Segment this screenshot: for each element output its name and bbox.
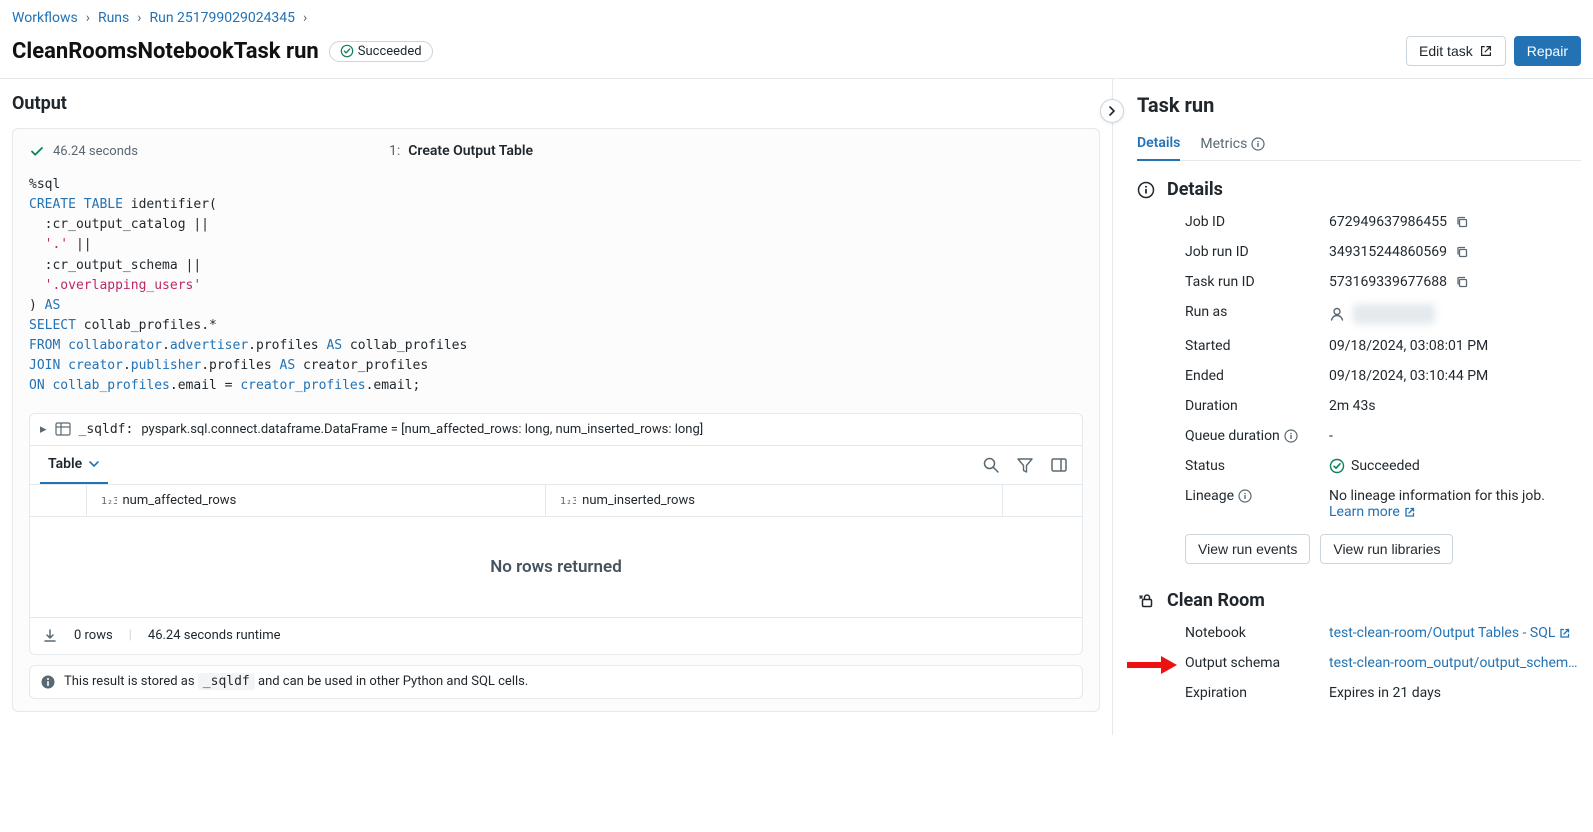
- external-link-icon: [1479, 44, 1493, 58]
- cell-title-text: Create Output Table: [408, 143, 533, 159]
- status-badge: Succeeded: [329, 41, 433, 62]
- value-ended: 09/18/2024, 03:10:44 PM: [1329, 368, 1488, 384]
- label-job-id: Job ID: [1185, 214, 1329, 230]
- value-job-id: 672949637986455: [1329, 214, 1447, 230]
- check-circle-icon: [1329, 458, 1345, 474]
- task-run-title: Task run: [1137, 93, 1581, 117]
- value-started: 09/18/2024, 03:08:01 PM: [1329, 338, 1488, 354]
- cell-duration: 46.24 seconds: [53, 144, 138, 159]
- user-icon: [1329, 306, 1345, 322]
- clean-room-section-head: Clean Room: [1137, 590, 1581, 611]
- status-badge-label: Succeeded: [358, 44, 422, 59]
- footer-runtime: 46.24 seconds runtime: [148, 628, 281, 643]
- task-run-tabs: Details Metrics: [1137, 127, 1581, 161]
- label-expiration: Expiration: [1185, 685, 1329, 701]
- copy-icon[interactable]: [1455, 275, 1469, 289]
- label-output-schema: Output schema: [1185, 655, 1329, 671]
- page-title: CleanRoomsNotebookTask run: [12, 39, 319, 64]
- table-header-inserted[interactable]: 1₂3 num_inserted_rows: [546, 485, 1003, 517]
- copy-icon[interactable]: [1455, 245, 1469, 259]
- info-icon: [40, 674, 56, 690]
- copy-icon[interactable]: [1455, 215, 1469, 229]
- value-run-as: hidden: [1353, 304, 1435, 324]
- info-icon[interactable]: [1284, 429, 1298, 443]
- label-notebook: Notebook: [1185, 625, 1329, 641]
- value-output-schema-link[interactable]: test-clean-room_output/output_schema_…: [1329, 655, 1581, 671]
- table-header-index[interactable]: [30, 485, 86, 517]
- value-task-run-id: 573169339677688: [1329, 274, 1447, 290]
- info-icon: [1251, 137, 1265, 151]
- cell-number: 1:: [389, 143, 400, 159]
- code-block: %sql CREATE TABLE identifier( :cr_output…: [29, 169, 1083, 409]
- external-link-icon: [1404, 506, 1416, 518]
- value-notebook-link[interactable]: test-clean-room/Output Tables - SQL: [1329, 625, 1571, 641]
- footer-row-count: 0 rows: [74, 628, 113, 643]
- info-suffix: and can be used in other Python and SQL …: [258, 674, 528, 689]
- clean-room-icon: [1137, 592, 1155, 610]
- breadcrumb-workflows[interactable]: Workflows: [12, 10, 78, 26]
- result-table: 1₂3 num_affected_rows 1₂3 num_inserted_r…: [30, 485, 1082, 517]
- value-lineage: No lineage information for this job.: [1329, 488, 1581, 504]
- tab-details[interactable]: Details: [1137, 127, 1180, 161]
- number-type-icon: 1₂3: [560, 493, 576, 507]
- value-expiration: Expires in 21 days: [1329, 685, 1441, 701]
- check-circle-icon: [340, 44, 354, 58]
- label-task-run-id: Task run ID: [1185, 274, 1329, 290]
- svg-text:1₂3: 1₂3: [101, 496, 117, 507]
- view-run-events-button[interactable]: View run events: [1185, 534, 1310, 564]
- chevron-right-icon: ›: [137, 10, 141, 26]
- result-varname: _sqldf:: [79, 422, 134, 437]
- number-type-icon: 1₂3: [101, 493, 117, 507]
- chevron-down-icon: [88, 458, 100, 470]
- value-status: Succeeded: [1351, 458, 1420, 474]
- breadcrumb-run-id[interactable]: Run 251799029024345: [149, 10, 295, 26]
- label-job-run-id: Job run ID: [1185, 244, 1329, 260]
- info-var: _sqldf: [198, 673, 255, 690]
- label-started: Started: [1185, 338, 1329, 354]
- dataframe-icon: [55, 422, 71, 436]
- info-prefix: This result is stored as: [64, 674, 198, 689]
- result-panel: ▸ _sqldf: pyspark.sql.connect.dataframe.…: [29, 413, 1083, 655]
- label-lineage: Lineage: [1185, 488, 1329, 504]
- details-section-head: Details: [1137, 179, 1581, 200]
- value-queue-duration: -: [1329, 428, 1333, 444]
- value-job-run-id: 349315244860569: [1329, 244, 1447, 260]
- label-duration: Duration: [1185, 398, 1329, 414]
- expand-caret-icon[interactable]: ▸: [40, 422, 47, 437]
- info-circle-icon: [1137, 181, 1155, 199]
- download-icon[interactable]: [42, 628, 58, 644]
- svg-text:1₂3: 1₂3: [560, 496, 576, 507]
- repair-button[interactable]: Repair: [1514, 36, 1581, 66]
- output-heading: Output: [12, 93, 1100, 114]
- value-duration: 2m 43s: [1329, 398, 1376, 414]
- no-rows-message: No rows returned: [30, 517, 1082, 617]
- label-ended: Ended: [1185, 368, 1329, 384]
- label-queue-duration: Queue duration: [1185, 428, 1329, 444]
- breadcrumb-runs[interactable]: Runs: [98, 10, 129, 26]
- red-arrow-annotation: [1125, 653, 1179, 677]
- chevron-right-icon: ›: [303, 10, 307, 26]
- filter-icon[interactable]: [1016, 456, 1034, 474]
- view-run-libraries-button[interactable]: View run libraries: [1320, 534, 1453, 564]
- notebook-cell: 46.24 seconds 1: Create Output Table %sq…: [12, 128, 1100, 712]
- external-link-icon: [1559, 627, 1571, 639]
- result-type: pyspark.sql.connect.dataframe.DataFrame …: [141, 422, 703, 437]
- tab-metrics[interactable]: Metrics: [1200, 127, 1265, 160]
- title-bar: CleanRoomsNotebookTask run Succeeded Edi…: [0, 32, 1593, 79]
- breadcrumb: Workflows › Runs › Run 251799029024345 ›: [0, 0, 1593, 32]
- lineage-learn-more-link[interactable]: Learn more: [1329, 504, 1581, 520]
- edit-task-button[interactable]: Edit task: [1406, 36, 1506, 66]
- table-tab[interactable]: Table: [40, 446, 108, 484]
- panel-icon[interactable]: [1050, 456, 1068, 474]
- label-status: Status: [1185, 458, 1329, 474]
- search-icon[interactable]: [982, 456, 1000, 474]
- check-icon: [29, 143, 45, 159]
- info-strip: This result is stored as _sqldf and can …: [29, 665, 1083, 699]
- table-header-affected[interactable]: 1₂3 num_affected_rows: [86, 485, 546, 517]
- chevron-right-icon: ›: [86, 10, 90, 26]
- label-run-as: Run as: [1185, 304, 1329, 320]
- info-icon[interactable]: [1238, 489, 1252, 503]
